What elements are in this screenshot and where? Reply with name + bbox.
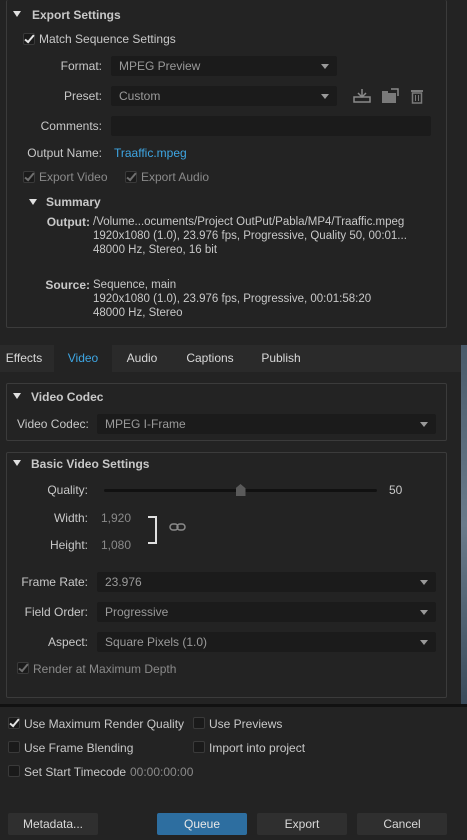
width-value: 1,920 [101,511,132,525]
quality-label: Quality: [47,483,88,497]
render-max-depth-checkbox[interactable] [17,661,29,674]
cancel-button[interactable]: Cancel [357,813,447,835]
aspect-value: Square Pixels (1.0) [105,635,208,649]
quality-value: 50 [389,483,403,497]
import-project-checkbox[interactable] [193,741,205,753]
use-previews-label: Use Previews [209,717,283,731]
collapse-triangle-icon[interactable] [13,460,21,466]
start-timecode-checkbox[interactable] [8,765,20,777]
render-max-depth-label: Render at Maximum Depth [33,662,177,676]
max-render-quality-label: Use Maximum Render Quality [24,717,185,731]
field-order-value: Progressive [105,605,169,619]
collapse-triangle-icon[interactable] [13,393,21,399]
queue-button[interactable]: Queue [157,813,247,835]
tab-video[interactable]: Video [54,345,112,372]
export-button[interactable]: Export [257,813,347,835]
tab-audio[interactable]: Audio [114,345,170,372]
checkmark-icon [18,661,29,673]
field-order-label: Field Order: [24,605,88,619]
max-render-quality-checkbox[interactable] [8,716,20,729]
checkmark-icon [9,716,20,728]
frame-rate-dropdown[interactable]: 23.976 [97,572,436,592]
export-settings-panel [6,0,447,328]
height-value: 1,080 [101,538,132,552]
frame-blending-checkbox[interactable] [8,741,20,753]
divider [0,704,467,707]
tab-effects[interactable]: Effects [0,345,48,372]
start-timecode-label: Set Start Timecode [24,765,127,779]
frame-rate-value: 23.976 [105,575,142,589]
metadata-button[interactable]: Metadata... [8,813,98,835]
background-preview-strip [461,345,467,705]
frame-blending-label: Use Frame Blending [24,741,134,755]
video-codec-title: Video Codec [31,390,104,404]
video-codec-dropdown[interactable]: MPEG I-Frame [97,414,436,434]
tab-publish[interactable]: Publish [250,345,312,372]
video-codec-label: Video Codec: [17,417,89,431]
chevron-down-icon [420,422,428,427]
start-timecode-value[interactable]: 00:00:00:00 [130,765,193,779]
use-previews-checkbox[interactable] [193,717,205,729]
field-order-dropdown[interactable]: Progressive [97,602,436,622]
import-project-label: Import into project [209,741,306,755]
height-label: Height: [49,538,88,552]
chevron-down-icon [420,580,428,585]
tab-captions[interactable]: Captions [172,345,248,372]
aspect-bracket [148,516,157,544]
basic-video-title: Basic Video Settings [31,457,150,471]
aspect-label: Aspect: [47,635,88,649]
chevron-down-icon [420,640,428,645]
link-chain-icon[interactable] [169,520,187,534]
aspect-dropdown[interactable]: Square Pixels (1.0) [97,632,436,652]
video-codec-value: MPEG I-Frame [105,417,186,431]
frame-rate-label: Frame Rate: [21,575,88,589]
chevron-down-icon [420,610,428,615]
width-label: Width: [53,511,88,525]
